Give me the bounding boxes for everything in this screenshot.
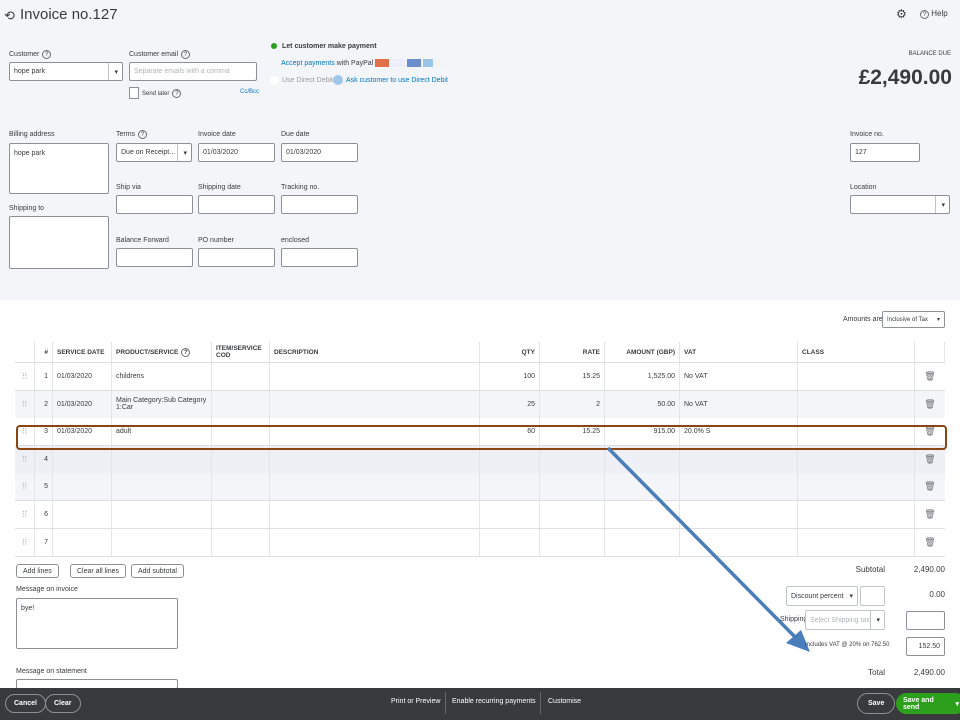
chevron-down-icon: ▾: [870, 611, 880, 629]
recurring-link[interactable]: Enable recurring payments: [452, 698, 536, 705]
shipping-label: Shipping: [780, 616, 808, 623]
save-button[interactable]: Save: [857, 693, 896, 714]
cancel-button[interactable]: Cancel: [5, 694, 46, 713]
message-invoice-label: Message on invoice: [16, 586, 78, 593]
discount-input[interactable]: [860, 586, 885, 606]
vat-input[interactable]: 152.50: [906, 637, 945, 656]
clear-all-lines-button[interactable]: Clear all lines: [70, 564, 127, 578]
vat-label: Includes VAT @ 20% on 762.50: [805, 642, 890, 648]
print-preview-link[interactable]: Print or Preview: [391, 698, 440, 705]
discount-value: 0.00: [929, 590, 945, 599]
add-subtotal-button[interactable]: Add subtotal: [131, 564, 184, 578]
shipping-tax-select[interactable]: Select Shipping tax ▾: [805, 610, 885, 630]
shipping-input[interactable]: [906, 611, 945, 630]
discount-type-select[interactable]: Discount percent ▾: [786, 586, 858, 606]
message-statement-label: Message on statement: [16, 668, 87, 675]
save-and-send-button[interactable]: Save and send ▾: [896, 693, 960, 714]
subtotal-label: Subtotal: [855, 565, 885, 574]
message-invoice-input[interactable]: bye!: [16, 598, 178, 649]
chevron-down-icon: ▾: [849, 593, 853, 600]
subtotal-value: 2,490.00: [913, 565, 945, 574]
add-lines-button[interactable]: Add lines: [16, 564, 59, 578]
total-value: 2,490.00: [913, 668, 945, 677]
divider: [540, 692, 541, 714]
chevron-down-icon: ▾: [955, 700, 959, 708]
clear-button[interactable]: Clear: [45, 694, 81, 713]
divider: [445, 692, 446, 714]
footer-bar: Cancel Clear Print or Preview Enable rec…: [0, 688, 960, 720]
customise-link[interactable]: Customise: [548, 698, 581, 705]
total-label: Total: [868, 668, 885, 677]
